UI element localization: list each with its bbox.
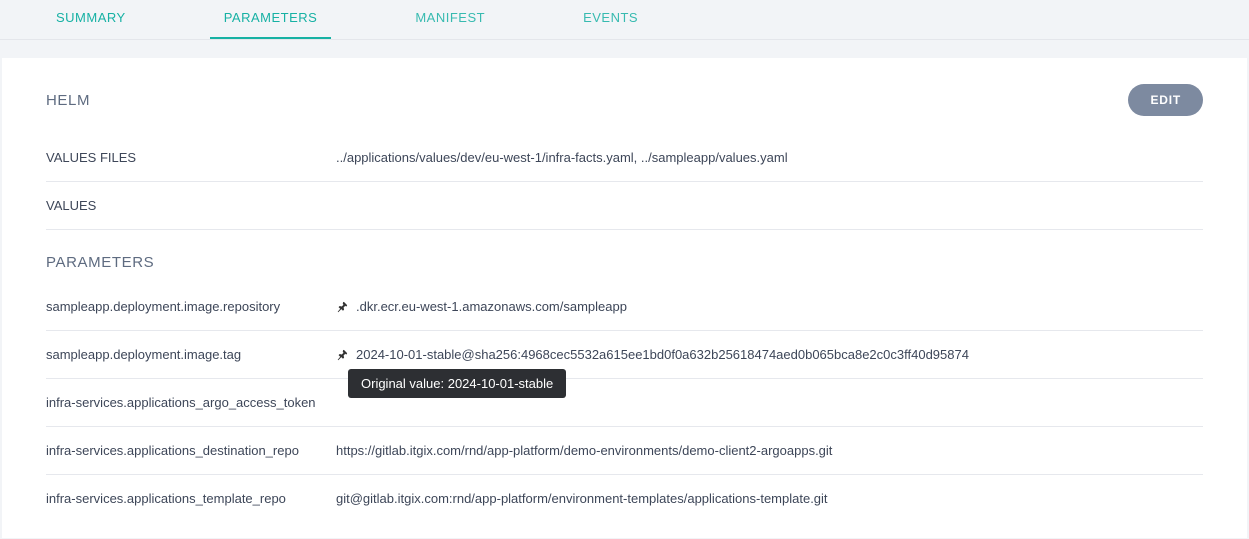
key-image-repository: sampleapp.deployment.image.repository (46, 299, 336, 314)
val-image-repository: .dkr.ecr.eu-west-1.amazonaws.com/samplea… (356, 299, 627, 314)
tab-manifest[interactable]: MANIFEST (401, 0, 499, 39)
pin-icon (336, 349, 348, 361)
row-values-files: VALUES FILES ../applications/values/dev/… (46, 134, 1203, 182)
tab-parameters[interactable]: PARAMETERS (210, 0, 332, 39)
helm-title: HELM (46, 92, 90, 109)
tabs-bar: SUMMARY PARAMETERS MANIFEST EVENTS (0, 0, 1249, 40)
key-image-tag: sampleapp.deployment.image.tag (46, 347, 336, 362)
row-image-tag: sampleapp.deployment.image.tag 2024-10-0… (46, 331, 1203, 379)
parameters-panel: HELM EDIT VALUES FILES ../applications/v… (2, 58, 1247, 538)
edit-button[interactable]: EDIT (1128, 84, 1203, 116)
val-destination-repo: https://gitlab.itgix.com/rnd/app-platfor… (336, 443, 832, 458)
label-values: VALUES (46, 198, 336, 213)
key-argo-access-token: infra-services.applications_argo_access_… (46, 395, 336, 410)
tab-summary[interactable]: SUMMARY (42, 0, 140, 39)
val-template-repo: git@gitlab.itgix.com:rnd/app-platform/en… (336, 491, 828, 506)
row-image-repository: sampleapp.deployment.image.repository .d… (46, 283, 1203, 331)
value-values-files: ../applications/values/dev/eu-west-1/inf… (336, 150, 788, 165)
row-template-repo: infra-services.applications_template_rep… (46, 475, 1203, 522)
row-argo-access-token: infra-services.applications_argo_access_… (46, 379, 1203, 427)
tooltip-original-value: Original value: 2024-10-01-stable (348, 369, 566, 398)
pin-icon (336, 301, 348, 313)
row-values: VALUES (46, 182, 1203, 230)
tab-events[interactable]: EVENTS (569, 0, 652, 39)
tooltip-label: Original value: (361, 376, 448, 391)
key-destination-repo: infra-services.applications_destination_… (46, 443, 336, 458)
parameters-title: PARAMETERS (46, 254, 1203, 271)
tooltip-value: 2024-10-01-stable (448, 376, 554, 391)
val-image-tag: 2024-10-01-stable@sha256:4968cec5532a615… (356, 347, 969, 362)
key-template-repo: infra-services.applications_template_rep… (46, 491, 336, 506)
label-values-files: VALUES FILES (46, 150, 336, 165)
row-destination-repo: infra-services.applications_destination_… (46, 427, 1203, 475)
